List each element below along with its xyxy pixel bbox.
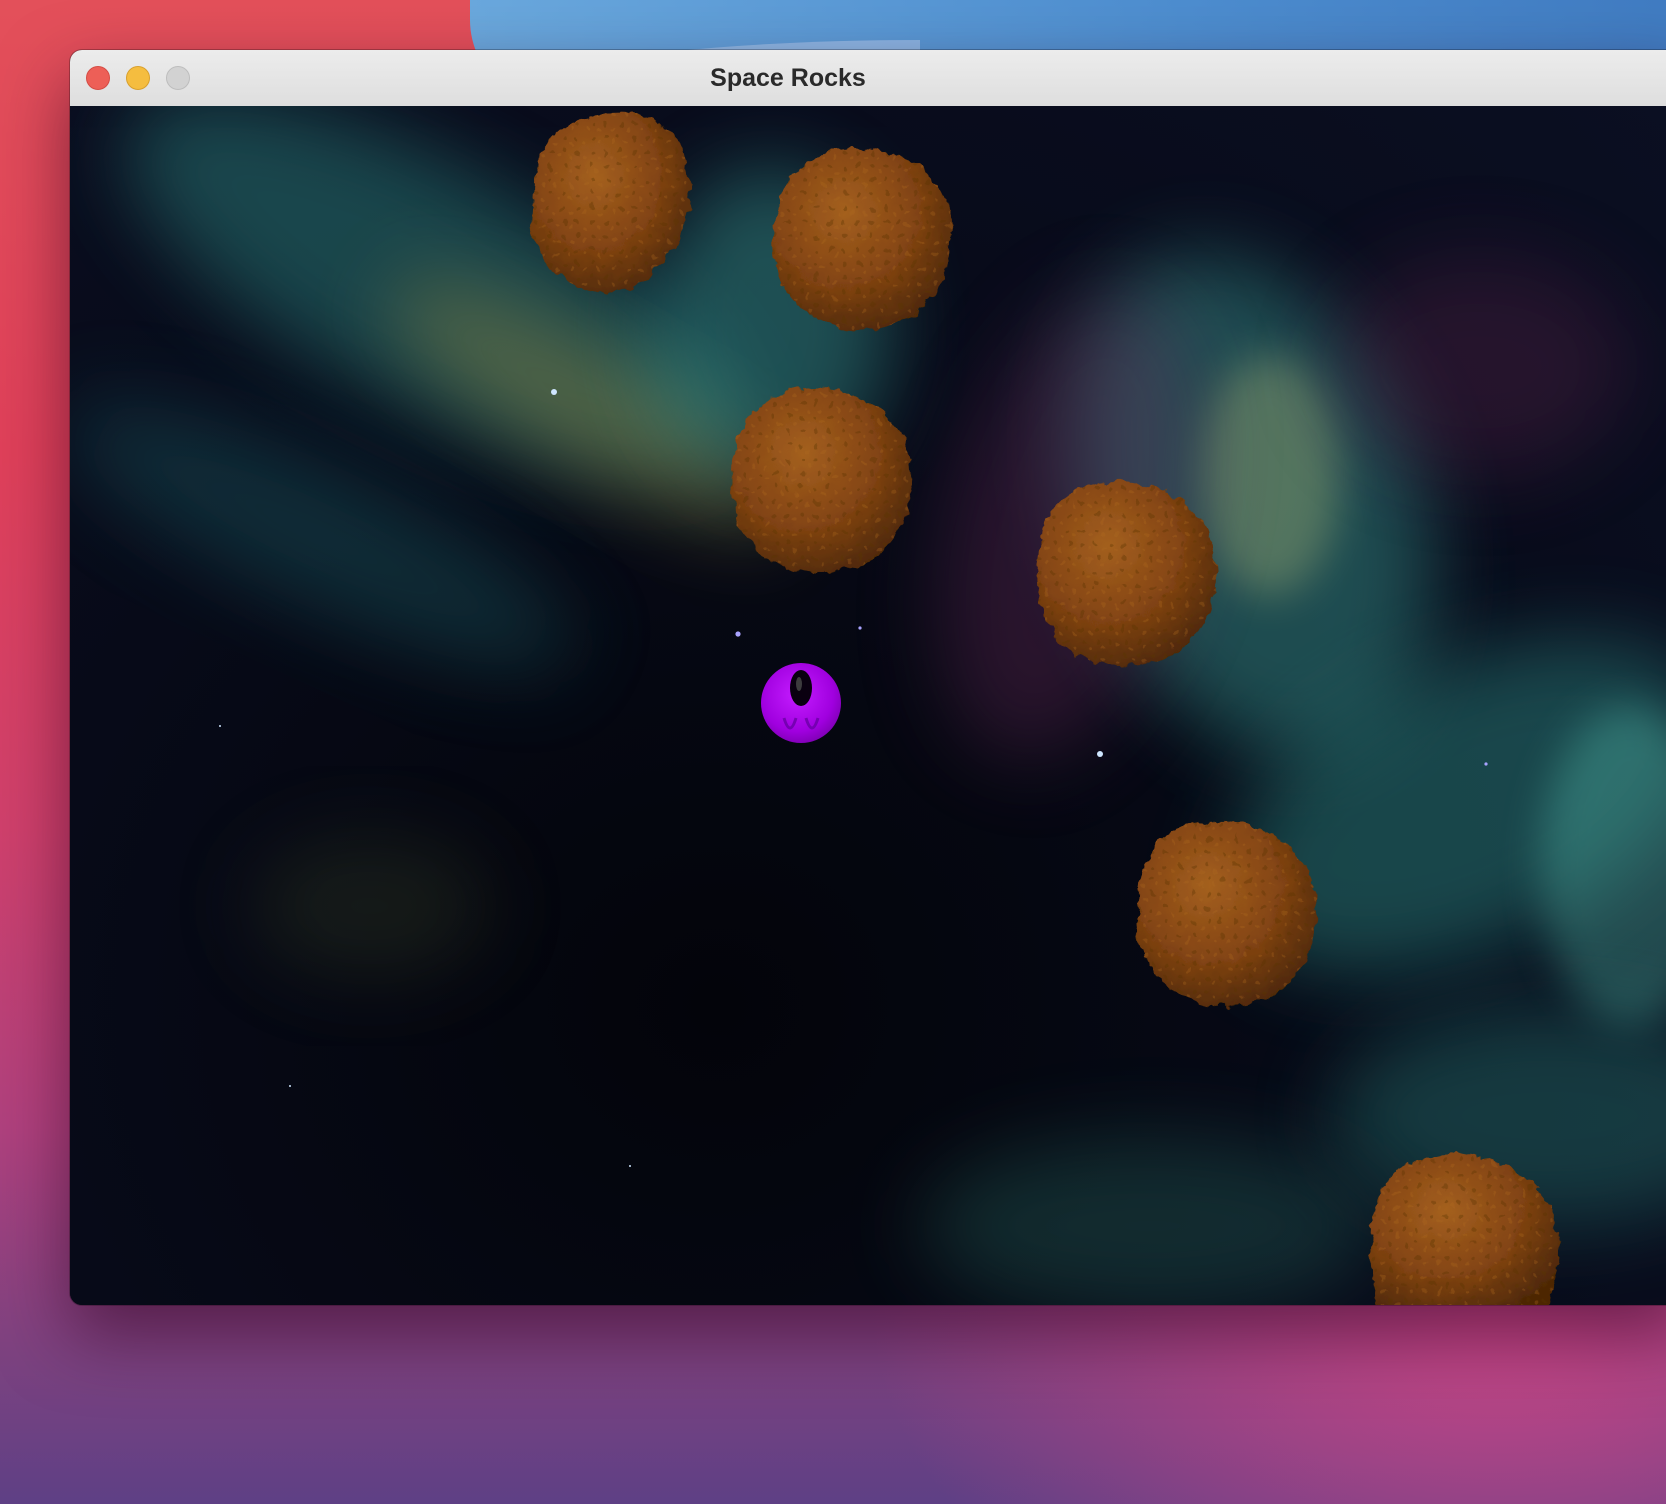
- game-scene: [70, 106, 1666, 1305]
- player-ship: [761, 663, 841, 743]
- zoom-button[interactable]: [166, 66, 190, 90]
- game-canvas[interactable]: [70, 106, 1666, 1305]
- close-button[interactable]: [86, 66, 110, 90]
- star: [551, 389, 557, 395]
- asteroid: [731, 387, 912, 573]
- star: [629, 1165, 631, 1167]
- minimize-button[interactable]: [126, 66, 150, 90]
- desktop-wallpaper: Space Rocks: [0, 0, 1666, 1504]
- star: [1097, 751, 1103, 757]
- title-bar[interactable]: Space Rocks: [70, 50, 1666, 107]
- star: [219, 725, 221, 727]
- asteroid: [772, 147, 952, 330]
- window-title: Space Rocks: [710, 64, 866, 92]
- asteroid: [1136, 820, 1316, 1006]
- game-window[interactable]: Space Rocks: [70, 50, 1666, 1305]
- asteroid: [1036, 480, 1216, 666]
- star: [735, 631, 741, 637]
- star: [289, 1085, 291, 1087]
- star: [1484, 762, 1488, 766]
- star: [858, 626, 862, 630]
